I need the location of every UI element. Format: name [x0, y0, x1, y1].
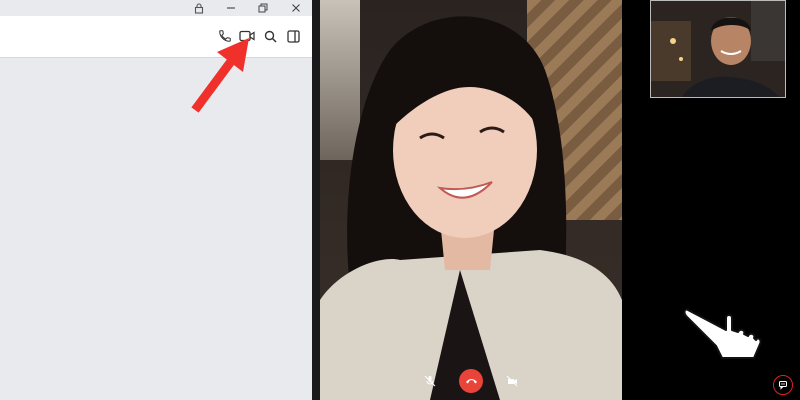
- end-call-button[interactable]: [459, 369, 483, 393]
- video-camera-icon: [239, 30, 255, 42]
- remote-person-image: [320, 16, 622, 400]
- video-toggle-icon: [506, 375, 518, 387]
- lock-icon: [194, 2, 204, 14]
- video-call-button[interactable]: [237, 26, 257, 46]
- video-toggle-button[interactable]: [500, 369, 524, 393]
- chat-toggle-button[interactable]: [773, 375, 793, 395]
- video-call-window: [320, 0, 800, 400]
- self-video-thumbnail[interactable]: [650, 0, 786, 98]
- chat-header: [0, 16, 312, 58]
- search-button[interactable]: [260, 26, 280, 46]
- voice-call-button[interactable]: [215, 26, 235, 46]
- search-icon: [264, 30, 277, 43]
- hand-pointer-icon: [683, 308, 762, 359]
- messenger-window: [0, 0, 312, 400]
- self-person-image: [651, 1, 785, 97]
- side-panel-icon: [286, 29, 300, 43]
- close-icon: [292, 4, 300, 12]
- close-button[interactable]: [281, 0, 311, 16]
- end-call-icon: [465, 379, 477, 384]
- restore-icon: [258, 3, 268, 13]
- call-controls: [320, 368, 622, 394]
- mute-button[interactable]: [418, 369, 442, 393]
- minimize-button[interactable]: [216, 0, 246, 16]
- side-panel-button[interactable]: [283, 26, 303, 46]
- divider: [312, 0, 320, 400]
- remote-video: [320, 0, 622, 400]
- chat-body: [0, 58, 312, 400]
- chat-bubble-icon: [779, 381, 787, 390]
- title-bar: [0, 0, 312, 16]
- restore-button[interactable]: [248, 0, 278, 16]
- mute-microphone-icon: [424, 375, 436, 387]
- lock-button[interactable]: [184, 0, 214, 16]
- phone-icon: [219, 30, 231, 42]
- minimize-icon: [227, 7, 235, 9]
